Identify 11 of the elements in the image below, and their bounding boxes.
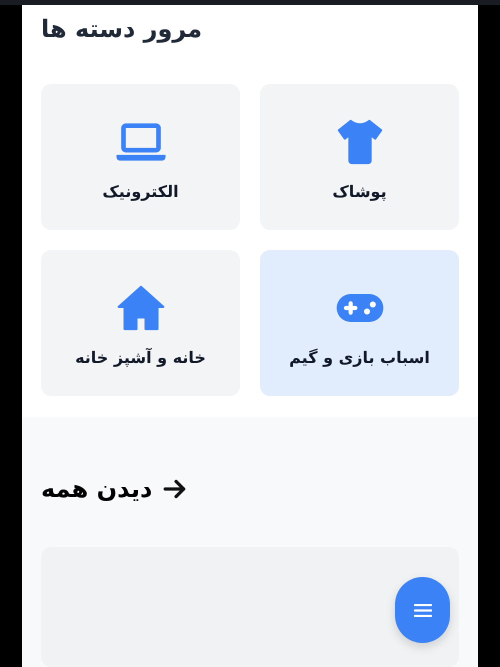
category-label: خانه و آشپز خانه bbox=[75, 348, 206, 366]
category-label: پوشاک bbox=[332, 182, 387, 200]
category-card[interactable]: اسباب بازی و گیم bbox=[260, 250, 459, 396]
category-card[interactable]: پوشاک bbox=[260, 84, 459, 230]
category-card[interactable]: خانه و آشپز خانه bbox=[41, 250, 240, 396]
section-title: مرور دسته ها bbox=[41, 14, 202, 45]
view-all-link[interactable]: دیدن همه bbox=[41, 473, 152, 505]
menu-icon bbox=[414, 602, 432, 618]
category-label: اسباب بازی و گیم bbox=[289, 348, 430, 366]
category-card[interactable]: الکترونیک bbox=[41, 84, 240, 230]
category-label: الکترونیک bbox=[102, 182, 179, 200]
